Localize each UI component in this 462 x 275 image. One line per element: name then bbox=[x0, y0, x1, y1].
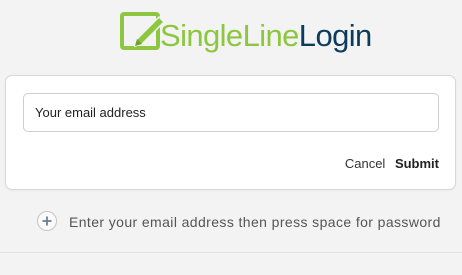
plus-icon bbox=[42, 216, 52, 226]
expand-button[interactable] bbox=[37, 211, 57, 231]
cancel-button[interactable]: Cancel bbox=[345, 156, 385, 171]
hint-text: Enter your email address then press spac… bbox=[69, 214, 441, 230]
brand-logo: SingleLineLogin bbox=[117, 7, 372, 59]
brand-name-part1: SingleLine bbox=[160, 18, 299, 53]
brand-name-part2: Login bbox=[298, 18, 372, 53]
login-page: SingleLineLogin Cancel Submit Enter your… bbox=[0, 0, 462, 275]
divider bbox=[0, 252, 462, 253]
login-card: Cancel Submit bbox=[5, 75, 456, 190]
brand-name: SingleLineLogin bbox=[160, 19, 372, 53]
email-input[interactable] bbox=[23, 93, 439, 132]
form-actions: Cancel Submit bbox=[345, 156, 439, 172]
submit-button[interactable]: Submit bbox=[395, 156, 439, 171]
